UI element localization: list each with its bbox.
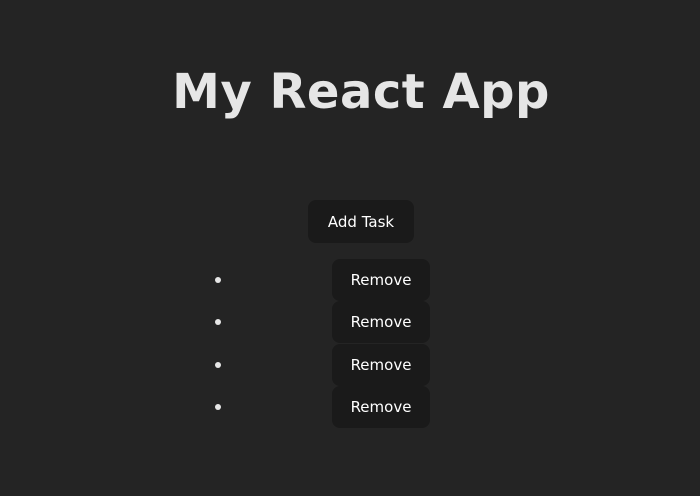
remove-task-button[interactable]: Remove [332,386,430,428]
task-item: Remove [0,344,700,386]
task-item: Remove [0,301,700,343]
bullet-icon [215,319,221,325]
add-task-button[interactable]: Add Task [308,200,414,243]
page-title: My React App [172,64,550,120]
task-item: Remove [0,259,700,301]
remove-task-button[interactable]: Remove [332,259,430,301]
bullet-icon [215,362,221,368]
remove-task-button[interactable]: Remove [332,301,430,343]
bullet-icon [215,404,221,410]
task-item: Remove [0,386,700,428]
bullet-icon [215,277,221,283]
remove-task-button[interactable]: Remove [332,344,430,386]
app-root: My React App Add Task Remove Remove Remo… [0,0,700,496]
